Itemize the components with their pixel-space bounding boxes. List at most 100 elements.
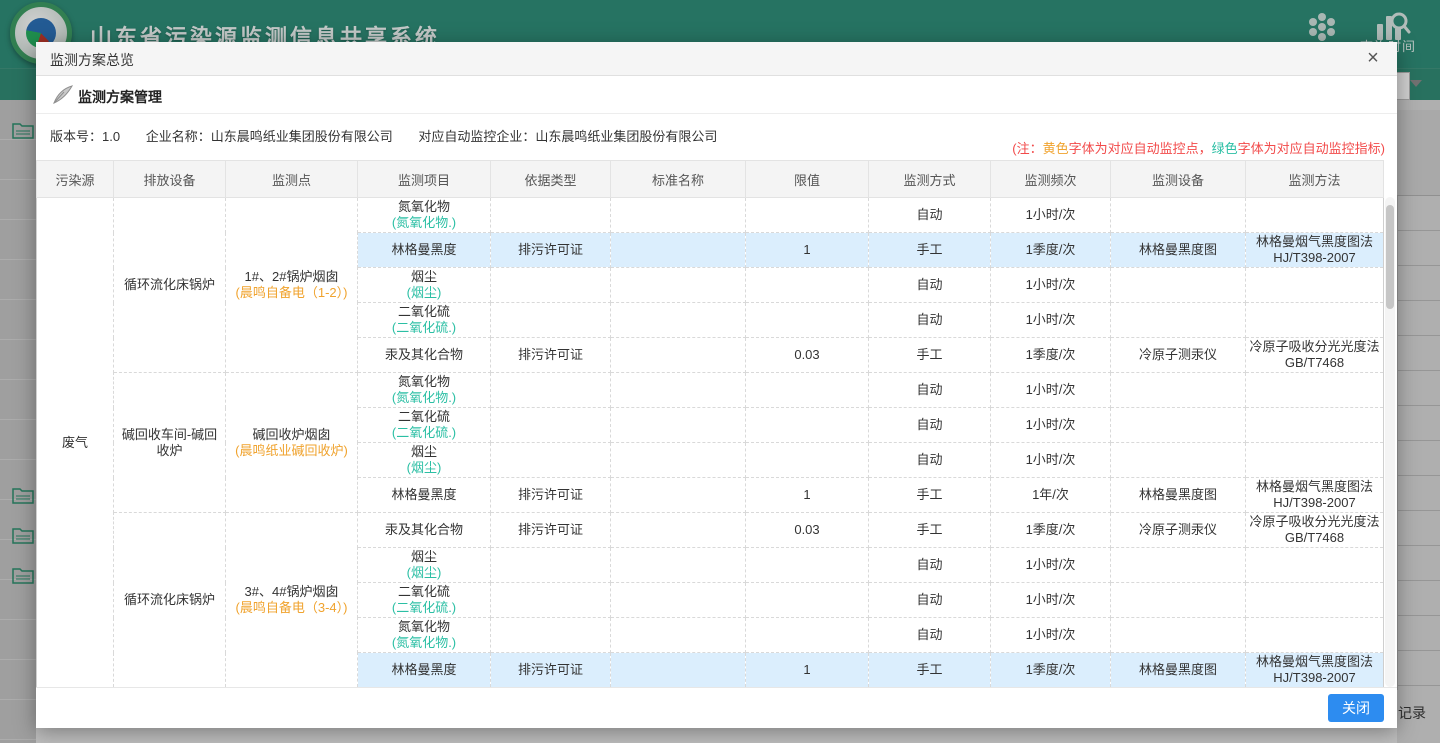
mode-cell: 自动 xyxy=(869,268,991,303)
plan-info-line: 版本号：1.0 企业名称：山东晨鸣纸业集团股份有限公司 对应自动监控企业：山东晨… xyxy=(50,126,739,145)
item-cell: 二氧化硫(二氧化硫.) xyxy=(358,303,491,338)
limit-cell xyxy=(746,303,869,338)
standard-cell xyxy=(611,233,746,268)
auto-company-label: 对应自动监控企业： xyxy=(418,129,535,144)
basis-cell xyxy=(491,198,611,233)
basis-cell: 排污许可证 xyxy=(491,478,611,513)
mode-cell: 手工 xyxy=(869,338,991,373)
device-cell: 循环流化床锅炉 xyxy=(114,198,226,373)
point-cell: 3#、4#锅炉烟囱(晨鸣自备电（3-4）) xyxy=(226,513,358,688)
freq-cell: 1季度/次 xyxy=(991,338,1111,373)
monitoring-plan-modal: 监测方案总览 × 监测方案管理 版本号：1.0 企业名称：山东晨鸣纸业集团股份有… xyxy=(36,42,1397,728)
method-cell: 冷原子吸收分光光度法GB/T7468 xyxy=(1246,513,1384,548)
method-cell xyxy=(1246,268,1384,303)
equip-cell: 林格曼黑度图 xyxy=(1111,653,1246,688)
basis-cell xyxy=(491,373,611,408)
table-row[interactable]: 废气循环流化床锅炉1#、2#锅炉烟囱(晨鸣自备电（1-2）)氮氧化物(氮氧化物.… xyxy=(37,198,1384,233)
close-button[interactable]: 关闭 xyxy=(1328,694,1384,722)
limit-cell xyxy=(746,583,869,618)
item-cell: 二氧化硫(二氧化硫.) xyxy=(358,408,491,443)
limit-cell: 1 xyxy=(746,478,869,513)
pen-icon xyxy=(52,85,74,105)
equip-cell xyxy=(1111,443,1246,478)
method-cell xyxy=(1246,303,1384,338)
version-label: 版本号： xyxy=(50,129,102,144)
item-cell: 汞及其化合物 xyxy=(358,513,491,548)
mode-cell: 自动 xyxy=(869,408,991,443)
item-cell: 氮氧化物(氮氧化物.) xyxy=(358,618,491,653)
freq-cell: 1小时/次 xyxy=(991,408,1111,443)
method-cell: 林格曼烟气黑度图法HJ/T398-2007 xyxy=(1246,478,1384,513)
auto-company-value: 山东晨鸣纸业集团股份有限公司 xyxy=(535,129,717,144)
freq-cell: 1小时/次 xyxy=(991,303,1111,338)
item-cell: 二氧化硫(二氧化硫.) xyxy=(358,583,491,618)
item-cell: 林格曼黑度 xyxy=(358,478,491,513)
column-header: 标准名称 xyxy=(611,161,746,198)
equip-cell xyxy=(1111,198,1246,233)
limit-cell xyxy=(746,618,869,653)
limit-cell xyxy=(746,198,869,233)
equip-cell xyxy=(1111,373,1246,408)
freq-cell: 1季度/次 xyxy=(991,233,1111,268)
limit-cell xyxy=(746,443,869,478)
method-cell xyxy=(1246,408,1384,443)
item-cell: 烟尘(烟尘) xyxy=(358,443,491,478)
note-prefix: (注： xyxy=(1012,141,1042,156)
freq-cell: 1小时/次 xyxy=(991,373,1111,408)
column-header: 限值 xyxy=(746,161,869,198)
standard-cell xyxy=(611,583,746,618)
modal-footer: 关闭 xyxy=(36,687,1397,728)
device-cell: 循环流化床锅炉 xyxy=(114,513,226,688)
item-cell: 烟尘(烟尘) xyxy=(358,548,491,583)
color-legend-note: (注：黄色字体为对应自动监控点，绿色字体为对应自动监控指标) xyxy=(1012,138,1385,157)
plan-table-body: 废气循环流化床锅炉1#、2#锅炉烟囱(晨鸣自备电（1-2）)氮氧化物(氮氧化物.… xyxy=(37,198,1384,688)
method-cell xyxy=(1246,583,1384,618)
standard-cell xyxy=(611,338,746,373)
method-cell: 林格曼烟气黑度图法HJ/T398-2007 xyxy=(1246,653,1384,688)
point-cell: 1#、2#锅炉烟囱(晨鸣自备电（1-2）) xyxy=(226,198,358,373)
mode-cell: 自动 xyxy=(869,303,991,338)
plan-table: 污染源排放设备监测点监测项目依据类型标准名称限值监测方式监测频次监测设备监测方法… xyxy=(36,160,1384,688)
section-title: 监测方案管理 xyxy=(78,87,162,107)
table-scrollbar[interactable] xyxy=(1385,197,1395,687)
item-cell: 汞及其化合物 xyxy=(358,338,491,373)
equip-cell xyxy=(1111,583,1246,618)
section-header: 监测方案管理 xyxy=(36,76,1397,114)
basis-cell: 排污许可证 xyxy=(491,653,611,688)
equip-cell: 林格曼黑度图 xyxy=(1111,233,1246,268)
standard-cell xyxy=(611,478,746,513)
item-cell: 林格曼黑度 xyxy=(358,233,491,268)
mode-cell: 自动 xyxy=(869,198,991,233)
pollution-source-cell: 废气 xyxy=(37,198,114,688)
note-yellow: 黄色 xyxy=(1043,141,1069,156)
modal-titlebar: 监测方案总览 × xyxy=(36,42,1397,76)
freq-cell: 1季度/次 xyxy=(991,513,1111,548)
table-header-row: 污染源排放设备监测点监测项目依据类型标准名称限值监测方式监测频次监测设备监测方法 xyxy=(37,161,1384,198)
equip-cell: 冷原子测汞仪 xyxy=(1111,513,1246,548)
freq-cell: 1小时/次 xyxy=(991,583,1111,618)
table-row[interactable]: 循环流化床锅炉3#、4#锅炉烟囱(晨鸣自备电（3-4）)汞及其化合物排污许可证0… xyxy=(37,513,1384,548)
basis-cell xyxy=(491,583,611,618)
standard-cell xyxy=(611,443,746,478)
note-suffix: 字体为对应自动监控指标) xyxy=(1238,141,1385,156)
equip-cell xyxy=(1111,268,1246,303)
company-value: 山东晨鸣纸业集团股份有限公司 xyxy=(211,129,393,144)
basis-cell: 排污许可证 xyxy=(491,233,611,268)
column-header: 监测点 xyxy=(226,161,358,198)
freq-cell: 1小时/次 xyxy=(991,443,1111,478)
column-header: 监测方式 xyxy=(869,161,991,198)
standard-cell xyxy=(611,198,746,233)
close-icon[interactable]: × xyxy=(1361,46,1385,70)
mode-cell: 自动 xyxy=(869,618,991,653)
limit-cell xyxy=(746,548,869,583)
screen: 山东省污染源监测信息共享系统 查询时间 xyxy=(0,0,1440,743)
basis-cell xyxy=(491,618,611,653)
mode-cell: 自动 xyxy=(869,583,991,618)
scrollbar-thumb[interactable] xyxy=(1386,205,1394,309)
limit-cell: 1 xyxy=(746,653,869,688)
freq-cell: 1小时/次 xyxy=(991,198,1111,233)
method-cell: 林格曼烟气黑度图法HJ/T398-2007 xyxy=(1246,233,1384,268)
table-row[interactable]: 碱回收车间-碱回收炉碱回收炉烟囱(晨鸣纸业碱回收炉)氮氧化物(氮氧化物.)自动1… xyxy=(37,373,1384,408)
mode-cell: 手工 xyxy=(869,513,991,548)
mode-cell: 自动 xyxy=(869,373,991,408)
